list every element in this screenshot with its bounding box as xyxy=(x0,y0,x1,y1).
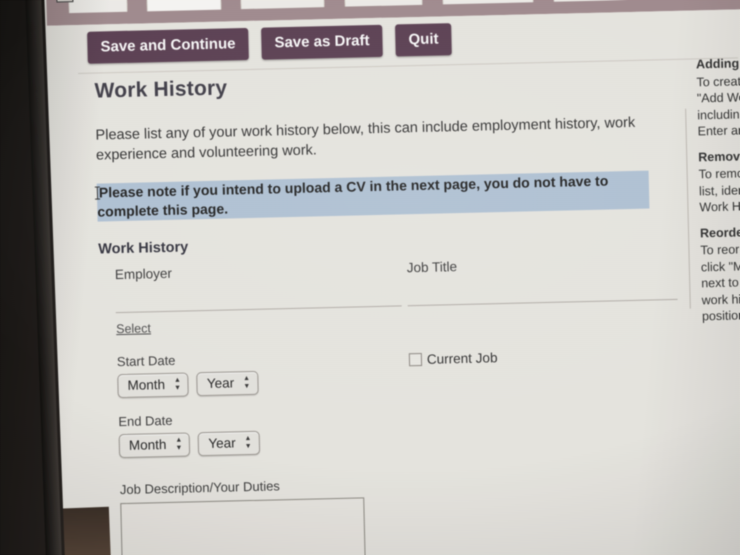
intro-text: Please list any of your work history bel… xyxy=(95,114,636,164)
tab-attachments[interactable]: Attachments xyxy=(240,0,326,10)
screen-surface: ‹ › sonal mation Work History Att xyxy=(34,0,740,555)
start-year-value: Year xyxy=(206,375,235,392)
tab-supporting-evidence[interactable]: Supporting Evidence xyxy=(552,0,629,2)
help-line: work history rea xyxy=(701,291,740,307)
help-line: position. xyxy=(701,308,740,324)
help-line: To reorder wor xyxy=(700,241,740,258)
work-history-entry: Employer Select Start Date Month ▲ ▼ Year xyxy=(99,254,685,555)
job-description-label: Job Description/Your Duties xyxy=(119,478,281,498)
employer-select-link[interactable]: Select xyxy=(116,321,151,336)
help-line: To remove a xyxy=(698,166,740,182)
page-body: Save and Continue Save as Draft Quit Wor… xyxy=(46,9,740,555)
job-description-textarea[interactable] xyxy=(120,497,367,555)
tab-eligibility-questionnaire[interactable]: Eligibility Questionnaire xyxy=(441,0,534,5)
help-line: Enter any re xyxy=(697,123,740,139)
help-line: "Add Work xyxy=(696,90,740,106)
job-title-label: Job Title xyxy=(406,259,458,276)
help-text-removing: To remove a list, identify it, Work Hist… xyxy=(698,164,740,216)
start-date-selects: Month ▲ ▼ Year ▲ ▼ xyxy=(117,367,403,399)
job-title-input[interactable] xyxy=(407,298,678,307)
section-heading-work-history: Work History xyxy=(98,239,189,258)
help-line: next to each en xyxy=(701,274,740,291)
end-month-value: Month xyxy=(128,437,167,453)
help-line: To create o xyxy=(696,73,740,89)
quit-button[interactable]: Quit xyxy=(395,23,452,57)
current-job-row[interactable]: Current Job xyxy=(408,346,679,367)
end-year-value: Year xyxy=(208,435,236,452)
cv-note-text: Please note if you intend to upload a CV… xyxy=(96,170,650,222)
help-line: including bla xyxy=(697,106,740,122)
cv-note-label: Please note if you intend to upload a CV… xyxy=(97,172,609,220)
left-column: Employer Select Start Date Month ▲ ▼ Year xyxy=(115,260,409,555)
stepper-icon: ▲ ▼ xyxy=(175,436,183,452)
help-sidebar: Adding wo To create o "Add Work includin… xyxy=(696,54,740,334)
stepper-icon: ▲ ▼ xyxy=(243,374,251,390)
save-and-continue-button[interactable]: Save and Continue xyxy=(87,27,249,64)
help-text-reordering: To reorder wor click "Move Up next to ea… xyxy=(700,240,740,325)
main-content: Work History Please list any of your wor… xyxy=(94,65,704,555)
help-heading-reordering: Reordering w xyxy=(699,224,740,240)
start-month-select[interactable]: Month ▲ ▼ xyxy=(117,372,190,399)
help-line: list, identify it, xyxy=(698,182,740,198)
help-line: Work History" xyxy=(699,198,740,215)
employer-label: Employer xyxy=(114,265,173,283)
start-date-label: Start Date xyxy=(116,352,176,370)
tab-references[interactable]: References xyxy=(343,0,424,7)
stepper-icon: ▲ ▼ xyxy=(244,434,252,450)
help-line: click "Move Up xyxy=(700,258,740,274)
end-year-select[interactable]: Year ▲ ▼ xyxy=(198,430,260,457)
tab-personal-information[interactable]: sonal mation xyxy=(67,0,128,14)
current-job-checkbox[interactable] xyxy=(408,352,423,367)
help-text-adding: To create o "Add Work including bla Ente… xyxy=(696,71,740,140)
monitor-photo: ‹ › sonal mation Work History Att xyxy=(0,0,740,555)
action-button-bar: Save and Continue Save as Draft Quit xyxy=(87,23,452,64)
tabs-prev-arrow-icon[interactable]: ‹ xyxy=(56,0,74,3)
stepper-icon: ▲ ▼ xyxy=(173,376,182,392)
start-month-value: Month xyxy=(127,377,166,393)
end-month-select[interactable]: Month ▲ ▼ xyxy=(118,432,191,459)
help-heading-adding: Adding wo xyxy=(695,56,740,72)
start-year-select[interactable]: Year ▲ ▼ xyxy=(196,370,259,397)
employer-input[interactable] xyxy=(115,305,402,314)
tab-work-history[interactable]: Work History xyxy=(145,0,222,12)
end-date-selects: Month ▲ ▼ Year ▲ ▼ xyxy=(118,427,405,459)
help-heading-removing: Removing w xyxy=(698,148,740,164)
current-job-label: Current Job xyxy=(426,350,498,367)
save-as-draft-button[interactable]: Save as Draft xyxy=(261,24,383,60)
end-date-label: End Date xyxy=(118,412,173,430)
right-column: Job Title Current Job xyxy=(407,254,679,367)
